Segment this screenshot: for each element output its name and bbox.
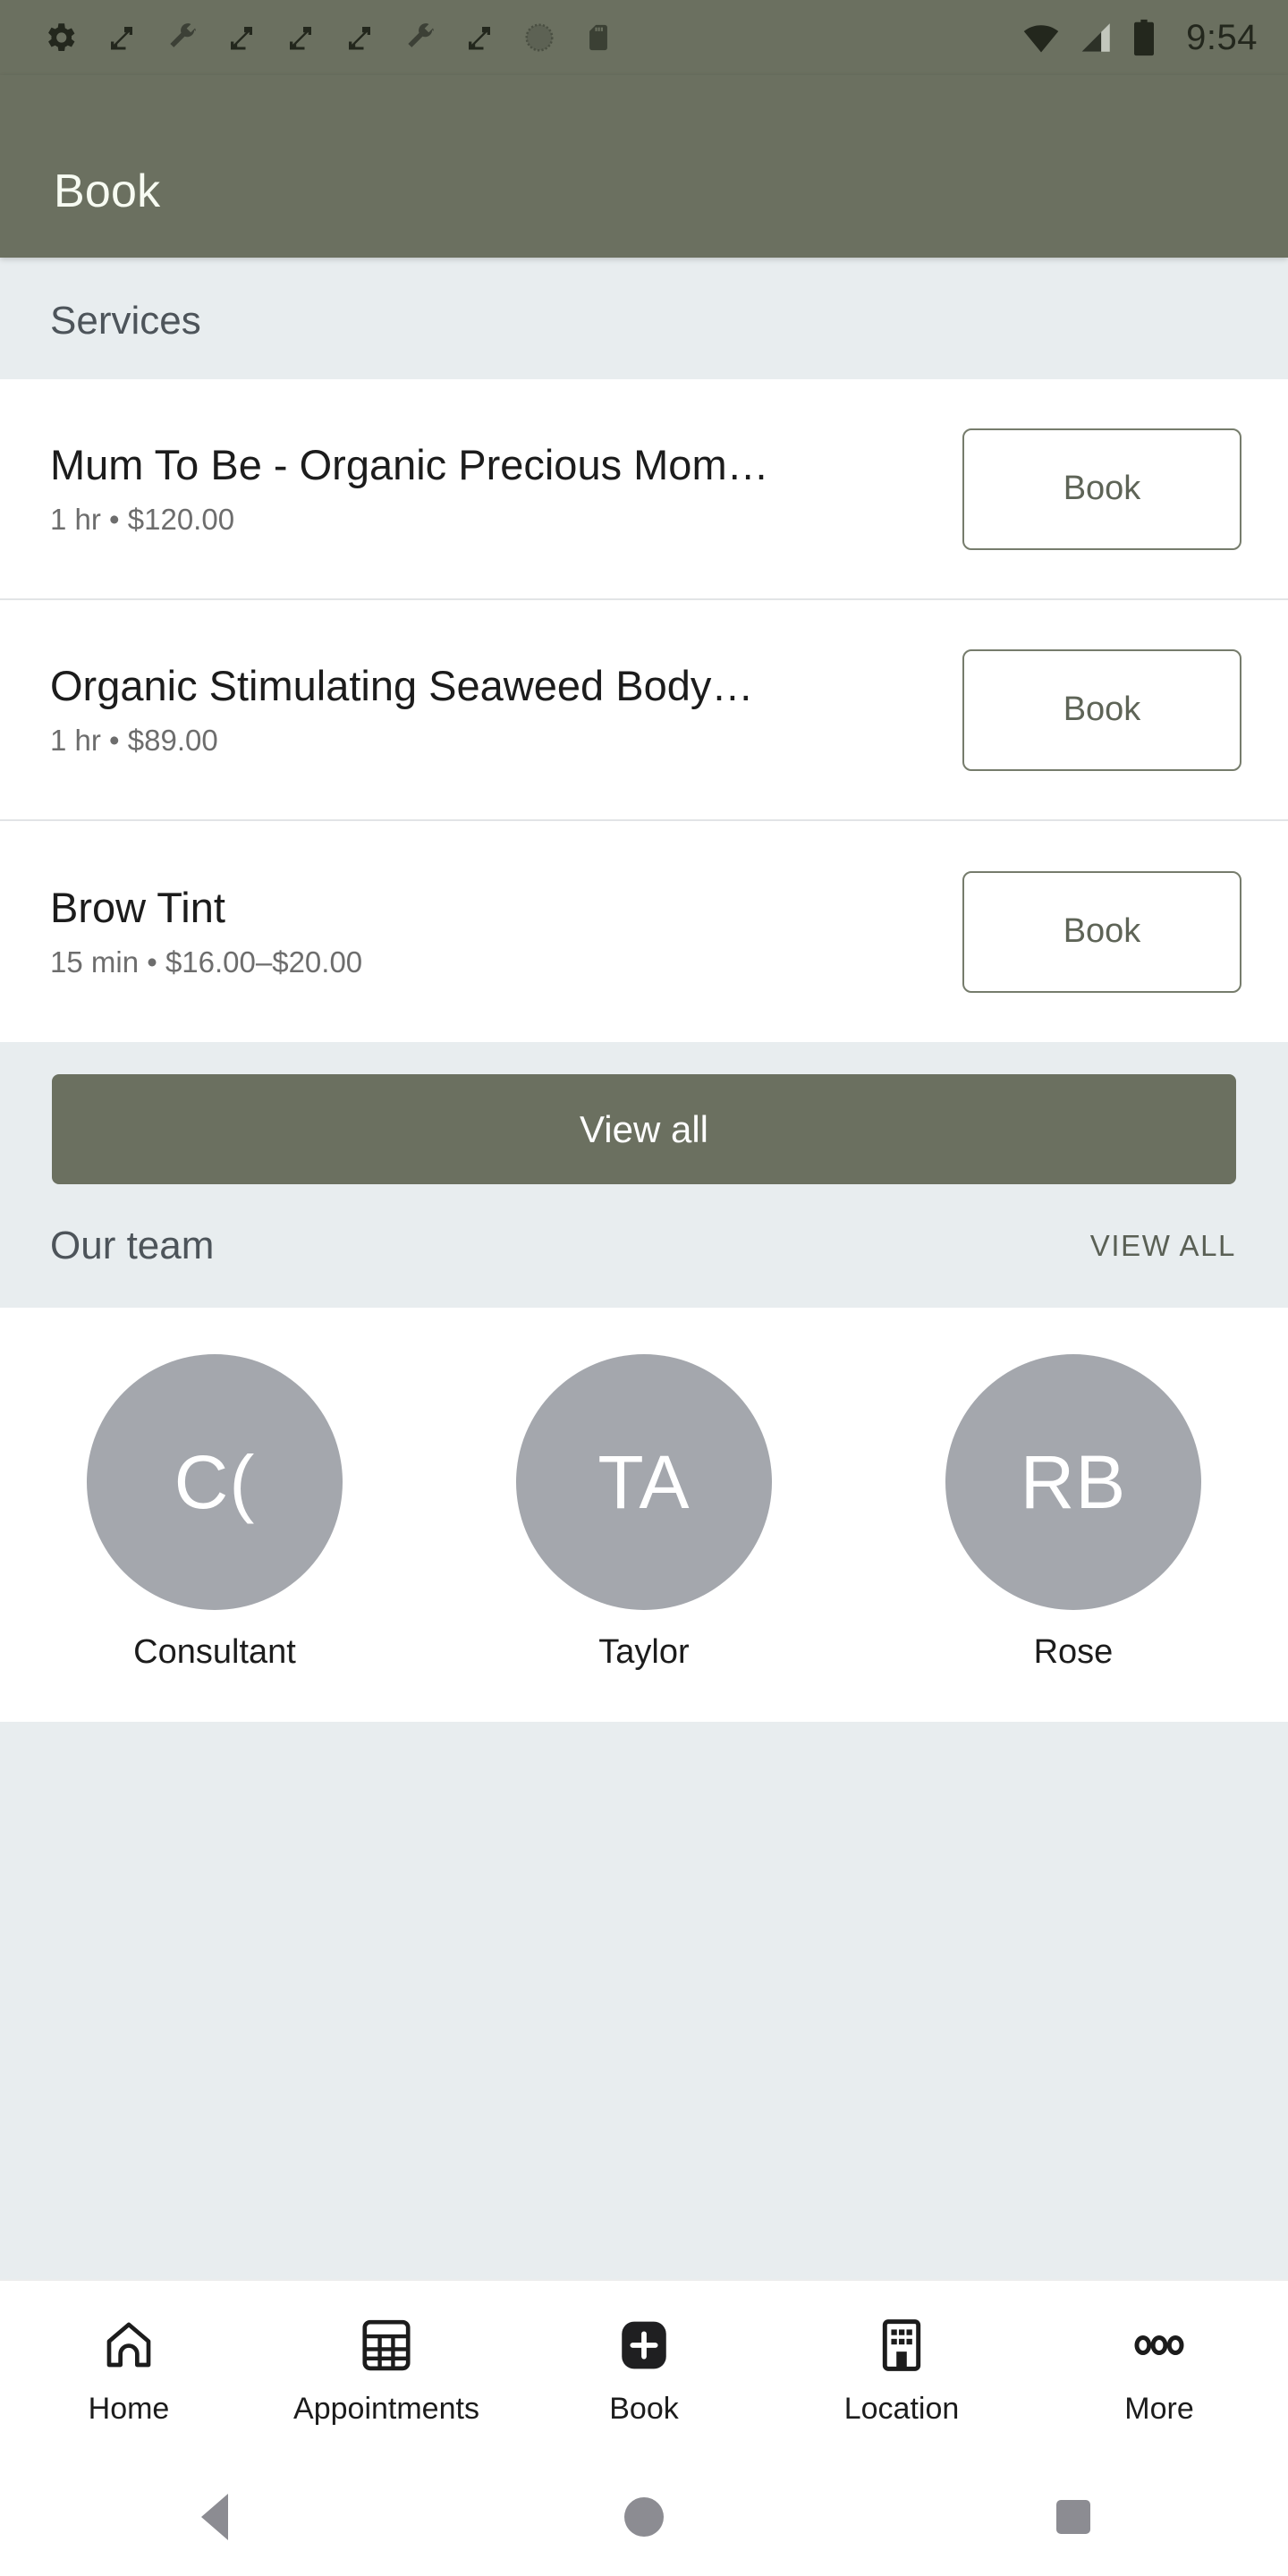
building-icon <box>872 2313 931 2377</box>
bottom-navigation-bar: Home Appointments Book Location More <box>0 2279 1288 2458</box>
status-bar-left-icons <box>41 19 1021 56</box>
fullscreen-icon <box>231 27 252 50</box>
app-bar: Book <box>0 75 1288 258</box>
wrench-icon <box>170 23 196 47</box>
back-triangle-icon <box>201 2494 228 2540</box>
avatar: TA <box>515 1354 772 1610</box>
service-name: Mum To Be - Organic Precious Mom… <box>50 441 769 488</box>
nav-item-location[interactable]: Location <box>773 2313 1030 2427</box>
avatar: C( <box>86 1354 343 1610</box>
system-back-button[interactable] <box>0 2494 429 2540</box>
team-member[interactable]: RB Rose <box>859 1354 1288 1672</box>
empty-content-area <box>0 1722 1288 2279</box>
wifi-icon <box>1023 25 1059 53</box>
system-navigation-bar <box>0 2458 1288 2576</box>
service-name: Organic Stimulating Seaweed Body… <box>50 662 754 709</box>
service-name: Brow Tint <box>50 884 225 931</box>
circle-dotted-icon <box>525 23 554 52</box>
team-member[interactable]: TA Taylor <box>429 1354 859 1672</box>
content-area: Services Mum To Be - Organic Precious Mo… <box>0 258 1288 2279</box>
team-member-name: Rose <box>1033 1633 1114 1671</box>
team-member-name: Taylor <box>598 1633 690 1671</box>
plus-square-icon <box>614 2313 674 2377</box>
cellular-signal-icon <box>1081 23 1110 52</box>
team-members-list: C( Consultant TA Taylor RB Rose <box>0 1308 1288 1722</box>
fullscreen-icon <box>349 27 370 50</box>
services-section-header: Services <box>0 258 1288 379</box>
nav-item-home[interactable]: Home <box>0 2313 258 2427</box>
nav-label-location: Location <box>843 2391 960 2426</box>
fullscreen-icon <box>290 27 311 50</box>
nav-label-home: Home <box>88 2391 170 2426</box>
calendar-grid-icon <box>357 2313 416 2377</box>
system-recents-button[interactable] <box>859 2500 1288 2534</box>
home-circle-icon <box>624 2497 664 2537</box>
team-member[interactable]: C( Consultant <box>0 1354 429 1672</box>
system-home-button[interactable] <box>429 2497 859 2537</box>
team-section-header: Our team VIEW ALL <box>0 1220 1288 1308</box>
team-view-all-link[interactable]: VIEW ALL <box>1090 1229 1236 1263</box>
service-info: Mum To Be - Organic Precious Mom… 1 hr •… <box>50 442 962 537</box>
book-button[interactable]: Book <box>962 428 1241 550</box>
service-row[interactable]: Brow Tint 15 min • $16.00–$20.00 Book <box>0 821 1288 1042</box>
page-title: Book <box>54 165 161 217</box>
ellipsis-icon <box>1130 2313 1189 2377</box>
service-meta: 1 hr • $89.00 <box>50 724 218 758</box>
avatar: RB <box>945 1354 1201 1610</box>
service-meta: 1 hr • $120.00 <box>50 503 235 537</box>
fullscreen-icon <box>111 27 132 50</box>
services-heading: Services <box>50 299 201 343</box>
view-all-services-button[interactable]: View all <box>52 1074 1236 1184</box>
status-bar-clock: 9:54 <box>1186 17 1258 57</box>
gear-icon <box>48 23 75 52</box>
book-button[interactable]: Book <box>962 648 1241 771</box>
services-list: Mum To Be - Organic Precious Mom… 1 hr •… <box>0 379 1288 1042</box>
service-row[interactable]: Organic Stimulating Seaweed Body… 1 hr •… <box>0 600 1288 821</box>
nav-item-more[interactable]: More <box>1030 2313 1288 2427</box>
service-info: Organic Stimulating Seaweed Body… 1 hr •… <box>50 663 962 758</box>
nav-label-more: More <box>1124 2391 1194 2426</box>
wrench-icon <box>408 23 434 47</box>
view-all-container: View all <box>0 1042 1288 1220</box>
team-member-name: Consultant <box>133 1633 296 1671</box>
battery-icon <box>1134 19 1155 56</box>
nav-item-book[interactable]: Book <box>515 2313 773 2427</box>
nav-label-appointments: Appointments <box>293 2391 479 2426</box>
recents-square-icon <box>1056 2500 1090 2534</box>
team-heading: Our team <box>50 1224 215 1267</box>
service-meta: 15 min • $16.00–$20.00 <box>50 945 363 979</box>
sd-card-icon <box>589 24 607 51</box>
nav-label-book: Book <box>609 2391 679 2426</box>
book-button[interactable]: Book <box>962 870 1241 993</box>
service-row[interactable]: Mum To Be - Organic Precious Mom… 1 hr •… <box>0 379 1288 600</box>
home-icon <box>99 2313 158 2377</box>
status-bar-right-icons: 9:54 <box>1021 18 1258 58</box>
status-bar: 9:54 <box>0 0 1288 75</box>
fullscreen-icon <box>469 27 490 50</box>
nav-item-appointments[interactable]: Appointments <box>258 2313 515 2427</box>
service-info: Brow Tint 15 min • $16.00–$20.00 <box>50 885 962 979</box>
app-screen: 9:54 Book Services Mum To Be - Organic P… <box>0 0 1288 2576</box>
